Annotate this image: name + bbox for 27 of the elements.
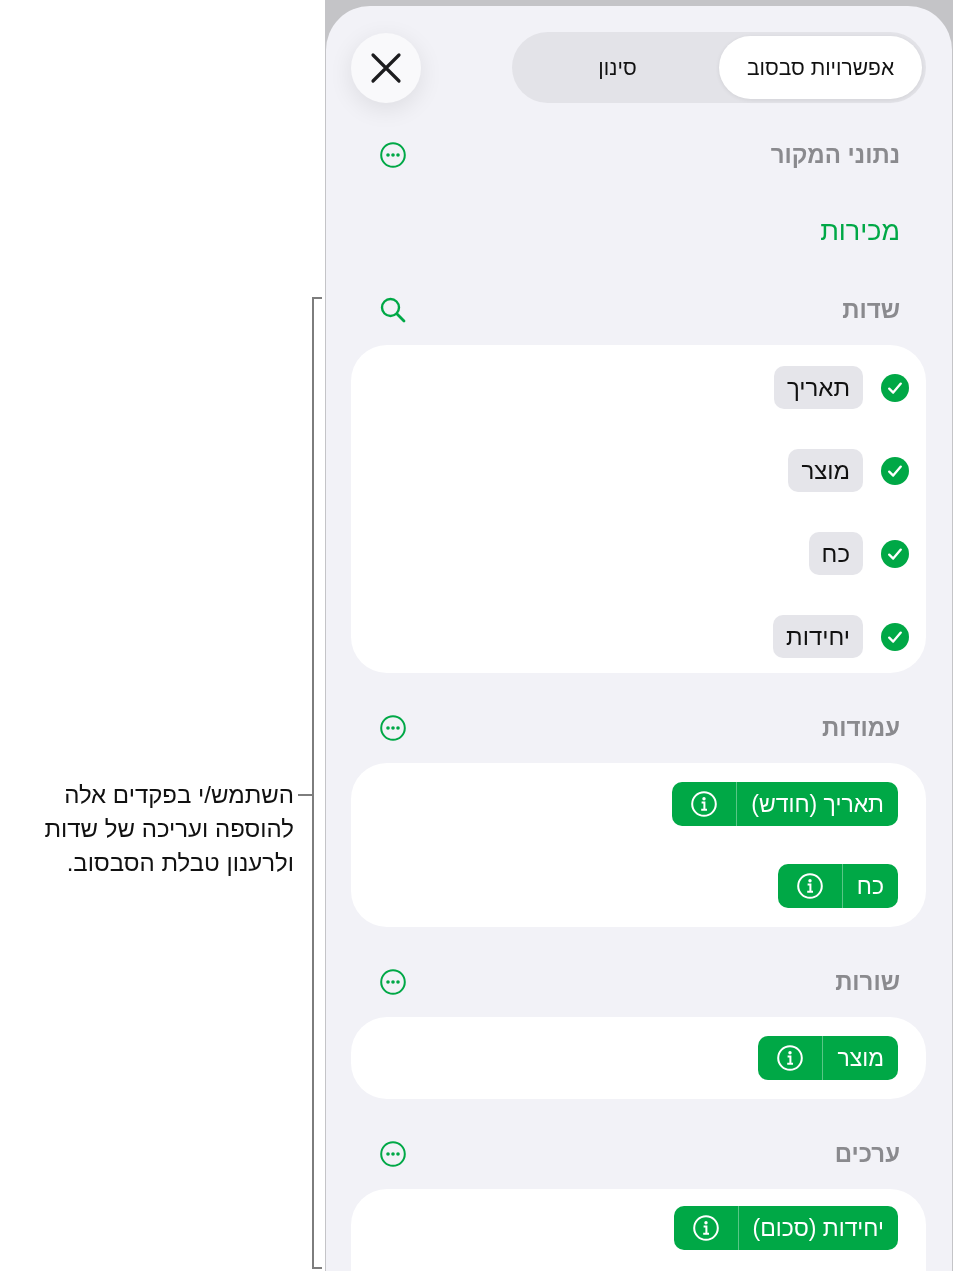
section-title: נתוני המקור: [770, 140, 900, 170]
field-chip[interactable]: מוצר: [788, 449, 863, 492]
field-chip[interactable]: כח: [808, 532, 863, 575]
section-title: ערכים: [834, 1139, 900, 1169]
checkmark-icon[interactable]: [881, 456, 909, 485]
callout-text: השתמש/י בפקדים אלה להוספה ועריכה של שדות ולרענון טבלת הסבסוב.: [43, 780, 294, 878]
more-icon[interactable]: [380, 1141, 406, 1167]
leader-line: [298, 794, 312, 796]
more-icon[interactable]: [380, 142, 406, 168]
checkmark-icon[interactable]: [881, 539, 909, 568]
field-chip[interactable]: יחידות: [773, 615, 863, 658]
section-title: שדות: [842, 295, 900, 325]
checkmark-icon[interactable]: [881, 373, 909, 402]
checkmark-icon[interactable]: [881, 622, 909, 651]
close-icon: [370, 51, 402, 84]
info-icon[interactable]: [692, 1215, 719, 1241]
tab[interactable]: סינון: [516, 36, 719, 99]
info-icon[interactable]: [796, 873, 823, 899]
info-icon[interactable]: [777, 1045, 804, 1071]
tab[interactable]: אפשרויות סבסוב: [719, 36, 922, 99]
more-icon[interactable]: [380, 969, 406, 995]
more-icon[interactable]: [380, 715, 406, 741]
section-title: שורות: [835, 967, 900, 997]
field-chip[interactable]: תאריך: [773, 366, 863, 409]
info-icon[interactable]: [691, 791, 718, 817]
section-title: עמודות: [822, 713, 900, 743]
search-icon[interactable]: [380, 297, 406, 323]
